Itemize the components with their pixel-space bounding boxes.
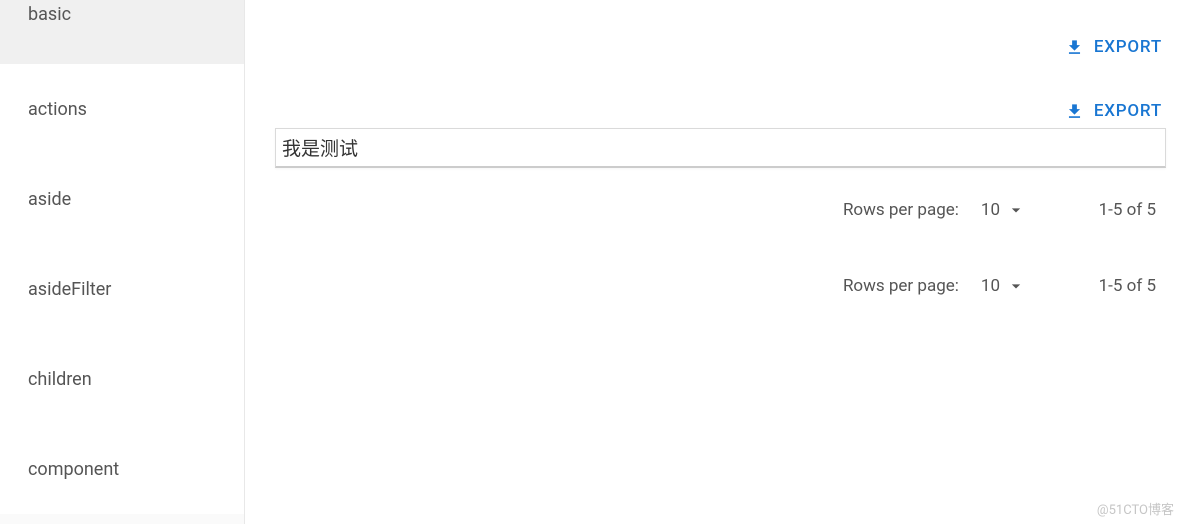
rows-per-page-value: 10 xyxy=(981,200,1000,220)
rows-per-page-label: Rows per page: xyxy=(843,276,959,296)
sidebar: basic actions aside asideFilter children… xyxy=(0,0,245,524)
rows-per-page-select[interactable]: 10 xyxy=(981,200,1026,220)
watermark: @51CTO博客 xyxy=(1097,499,1174,518)
sidebar-item-children[interactable]: children xyxy=(0,334,244,424)
pagination-range: 1-5 of 5 xyxy=(1076,200,1156,220)
sidebar-item-aside[interactable]: aside xyxy=(0,154,244,244)
text-input-row[interactable]: 我是测试 xyxy=(275,128,1166,168)
sidebar-item-label: aside xyxy=(28,189,71,210)
pagination-2: Rows per page: 10 1-5 of 5 xyxy=(245,276,1184,296)
sidebar-item-label: children xyxy=(28,369,92,390)
sidebar-item-basic[interactable]: basic xyxy=(0,0,244,64)
rows-per-page-label: Rows per page: xyxy=(843,200,959,220)
sidebar-item-label: basic xyxy=(28,4,71,25)
rows-per-page-value: 10 xyxy=(981,276,1000,296)
rows-per-page-select[interactable]: 10 xyxy=(981,276,1026,296)
sidebar-item-label: actions xyxy=(28,99,87,120)
toolbar-2: EXPORT xyxy=(245,58,1184,116)
text-input-value: 我是测试 xyxy=(282,134,358,161)
export-button[interactable]: EXPORT xyxy=(1065,101,1162,121)
toolbar-1: EXPORT xyxy=(245,0,1184,58)
pagination-1: Rows per page: 10 1-5 of 5 xyxy=(245,200,1184,220)
download-icon xyxy=(1065,102,1084,121)
dropdown-icon xyxy=(1006,200,1026,220)
export-button[interactable]: EXPORT xyxy=(1065,37,1162,57)
export-label: EXPORT xyxy=(1094,37,1162,57)
pagination-range: 1-5 of 5 xyxy=(1076,276,1156,296)
sidebar-item-asidefilter[interactable]: asideFilter xyxy=(0,244,244,334)
export-label: EXPORT xyxy=(1094,101,1162,121)
dropdown-icon xyxy=(1006,276,1026,296)
sidebar-item-component[interactable]: component xyxy=(0,424,244,514)
sidebar-item-label: component xyxy=(28,459,119,480)
download-icon xyxy=(1065,38,1084,57)
main-content: EXPORT EXPORT 我是测试 Rows per page: 10 1-5… xyxy=(245,0,1184,524)
sidebar-item-actions[interactable]: actions xyxy=(0,64,244,154)
sidebar-item-label: asideFilter xyxy=(28,279,111,300)
